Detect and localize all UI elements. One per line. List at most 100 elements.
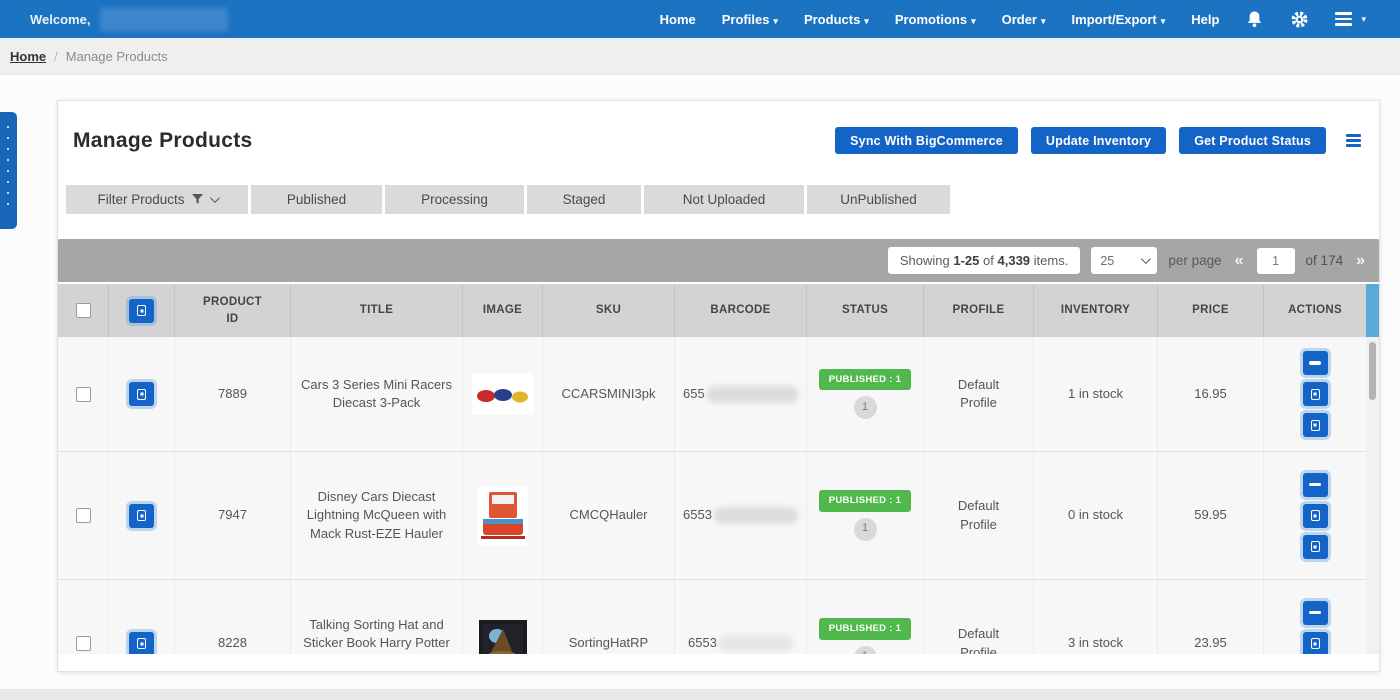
filter-tab-staged[interactable]: Staged [527,185,641,214]
grid-view-icon [137,305,146,316]
status-count: 1 [854,518,877,541]
filter-tabs: Filter Products Published Processing Sta… [66,185,1371,214]
redacted-username [100,8,228,31]
header-status: STATUS [806,284,923,337]
header-inventory: INVENTORY [1033,284,1157,337]
profile-cell: Default Profile [923,580,1033,654]
product-title-cell: Cars 3 Series Mini Racers Diecast 3-Pack [290,337,462,451]
funnel-icon [192,194,203,205]
sku-cell: CMCQHauler [542,452,674,579]
row-checkbox[interactable] [76,508,91,523]
view-button[interactable] [1303,632,1328,655]
mass-action-button[interactable] [129,299,154,323]
filter-tab-unpublished[interactable]: UnPublished [807,185,950,214]
nav-help[interactable]: Help [1191,12,1219,27]
grid-options-icon[interactable] [1346,134,1361,146]
status-cell: PUBLISHED : 1 1 [806,337,923,451]
preview-icon [1311,389,1320,400]
notification-bell-icon[interactable] [1245,10,1264,29]
row-checkbox[interactable] [76,387,91,402]
profile-cell: Default Profile [923,337,1033,451]
header-image: IMAGE [462,284,542,337]
price-cell: 59.95 [1157,452,1263,579]
row-checkbox[interactable] [76,636,91,651]
edit-button[interactable] [1303,413,1328,437]
filter-tab-published[interactable]: Published [251,185,382,214]
filter-tab-processing[interactable]: Processing [385,185,524,214]
breadcrumb-home-link[interactable]: Home [10,49,46,64]
scrollbar-track [1366,337,1379,654]
table-row: 7889 Cars 3 Series Mini Racers Diecast 3… [58,337,1366,452]
remove-button[interactable] [1303,351,1328,375]
get-product-status-button[interactable]: Get Product Status [1179,127,1326,154]
filter-tab-not-uploaded[interactable]: Not Uploaded [644,185,804,214]
remove-button[interactable] [1303,473,1328,497]
hamburger-menu-icon[interactable]: ▾ [1335,12,1366,26]
nav-products[interactable]: Products▾ [804,12,869,27]
settings-gear-icon[interactable] [1290,10,1309,29]
inventory-cell: 0 in stock [1033,452,1157,579]
redacted-barcode [714,507,798,524]
product-id-cell: 7947 [174,452,290,579]
scrollbar-thumb[interactable] [1369,342,1376,400]
header-price: PRICE [1157,284,1263,337]
page-number-input[interactable] [1257,248,1295,274]
grid-view-icon [137,638,146,649]
chevron-down-icon: ▾ [864,16,869,26]
chevron-down-icon: ▾ [971,16,976,26]
chevron-down-icon [209,193,219,203]
header-barcode: BARCODE [674,284,806,337]
barcode-cell: 655 [674,337,806,451]
per-page-select[interactable]: 25 [1091,247,1157,274]
inventory-cell: 1 in stock [1033,337,1157,451]
price-cell: 23.95 [1157,580,1263,654]
header-sku: SKU [542,284,674,337]
chevron-down-icon: ▾ [1361,14,1366,25]
breadcrumb-separator: / [54,49,58,64]
side-feedback-tab[interactable] [0,112,17,229]
breadcrumb: Home / Manage Products [0,38,1400,75]
header-actions: ACTIONS [1263,284,1366,337]
status-count: 1 [854,396,877,419]
header-product-id: PRODUCT ID [174,284,290,337]
prev-page-button[interactable]: « [1233,252,1246,270]
row-action-button[interactable] [129,632,154,655]
status-badge: PUBLISHED : 1 [819,618,912,639]
update-inventory-button[interactable]: Update Inventory [1031,127,1166,154]
minus-icon [1309,361,1321,364]
per-page-label: per page [1168,253,1221,268]
sync-with-bigcommerce-button[interactable]: Sync With BigCommerce [835,127,1018,154]
edit-button[interactable] [1303,535,1328,559]
filter-products-button[interactable]: Filter Products [66,185,248,214]
nav-profiles[interactable]: Profiles▾ [722,12,778,27]
chevron-down-icon [1141,254,1151,264]
nav-home[interactable]: Home [660,12,696,27]
showing-items-text: Showing 1-25 of 4,339 items. [888,247,1080,274]
status-cell: PUBLISHED : 1 1 [806,452,923,579]
preview-icon [1311,541,1320,552]
next-page-button[interactable]: » [1354,252,1367,270]
chevron-down-icon: ▾ [1041,16,1046,26]
welcome-label: Welcome, [30,12,90,27]
table-row: 7947 Disney Cars Diecast Lightning McQue… [58,452,1366,580]
nav-order[interactable]: Order▾ [1002,12,1046,27]
row-action-button[interactable] [129,504,154,528]
preview-icon [1311,420,1320,431]
nav-import-export[interactable]: Import/Export▾ [1072,12,1166,27]
view-button[interactable] [1303,504,1328,528]
remove-button[interactable] [1303,601,1328,625]
sku-cell: SortingHatRP [542,580,674,654]
product-image [479,620,527,655]
inventory-cell: 3 in stock [1033,580,1157,654]
preview-icon [1311,638,1320,649]
row-action-button[interactable] [129,382,154,406]
view-button[interactable] [1303,382,1328,406]
select-all-checkbox[interactable] [76,303,91,318]
preview-icon [1311,510,1320,521]
nav-promotions[interactable]: Promotions▾ [895,12,976,27]
manage-products-panel: Manage Products Sync With BigCommerce Up… [57,100,1380,672]
row-actions [1263,580,1366,654]
top-navbar: Welcome, Home Profiles▾ Products▾ Promot… [0,0,1400,38]
status-count: 1 [854,646,877,654]
product-title-cell: Talking Sorting Hat and Sticker Book Har… [290,580,462,654]
